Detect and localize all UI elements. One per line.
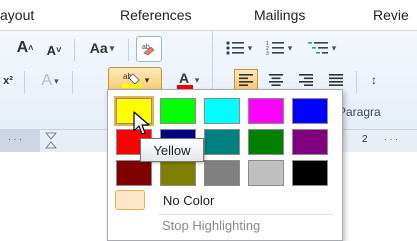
paragraph-group-label: Paragra [338, 105, 381, 119]
highlight-swatch-gray-50-[interactable] [204, 160, 240, 186]
no-color-label: No Color [163, 192, 215, 208]
grow-font-button[interactable]: A ˄ [12, 37, 38, 59]
no-color-option[interactable]: No Color [115, 188, 333, 212]
separator [24, 71, 25, 93]
bullets-button[interactable]: ▾ [222, 38, 256, 58]
highlight-swatch-violet[interactable] [292, 129, 328, 155]
align-left-button[interactable] [234, 69, 258, 91]
numbering-button[interactable]: 1 2 3 ▾ [262, 38, 296, 58]
tab-references[interactable]: References [120, 7, 192, 23]
highlight-swatch-black[interactable] [292, 160, 328, 186]
ribbon-tab-bar: ayout References Mailings Revie [0, 0, 417, 31]
clear-formatting-icon[interactable]: ab [136, 36, 162, 62]
svg-text:3: 3 [266, 51, 269, 55]
highlight-swatch-teal[interactable] [204, 129, 240, 155]
highlight-swatch-bright-green[interactable] [160, 98, 196, 124]
change-case-button[interactable]: Aa ▾ [82, 37, 122, 59]
mouse-cursor-icon [133, 111, 150, 135]
highlight-swatch-turquoise[interactable] [204, 98, 240, 124]
color-tooltip: Yellow [140, 138, 204, 162]
svg-text:A: A [179, 71, 189, 86]
tab-mailings[interactable]: Mailings [254, 7, 305, 23]
highlight-swatch-gray-25-[interactable] [248, 160, 284, 186]
multilevel-list-button[interactable]: ▾ [302, 38, 342, 58]
separator [72, 71, 73, 93]
separator [128, 39, 129, 61]
ruler-mark-2: 2 [362, 134, 368, 145]
separator [356, 71, 357, 93]
highlight-swatch-dark-red[interactable] [116, 160, 152, 186]
shrink-font-button[interactable]: A ˅ [42, 39, 66, 61]
text-effects-button[interactable]: A ▾ [32, 69, 68, 93]
tab-page-layout[interactable]: ayout [0, 7, 34, 23]
highlight-swatch-blue[interactable] [292, 98, 328, 124]
separator [74, 39, 75, 61]
highlight-swatch-dark-yellow[interactable] [160, 160, 196, 186]
highlight-swatch-pink[interactable] [248, 98, 284, 124]
align-right-button[interactable] [294, 69, 318, 91]
align-center-button[interactable] [264, 69, 288, 91]
superscript-button[interactable]: x² [0, 70, 16, 92]
no-color-swatch-icon [115, 190, 145, 210]
line-spacing-icon[interactable]: ↕ [362, 69, 386, 91]
justify-button[interactable] [324, 69, 348, 91]
ruler-ticks-right: · · · [384, 134, 398, 144]
ruler-ticks: · · · [8, 134, 22, 144]
indent-marker-icon[interactable] [44, 132, 58, 150]
highlight-swatch-green[interactable] [248, 129, 284, 155]
menu-divider [158, 214, 333, 215]
stop-highlighting-option[interactable]: Stop Highlighting [162, 218, 260, 233]
tab-review[interactable]: Revie [373, 7, 409, 23]
